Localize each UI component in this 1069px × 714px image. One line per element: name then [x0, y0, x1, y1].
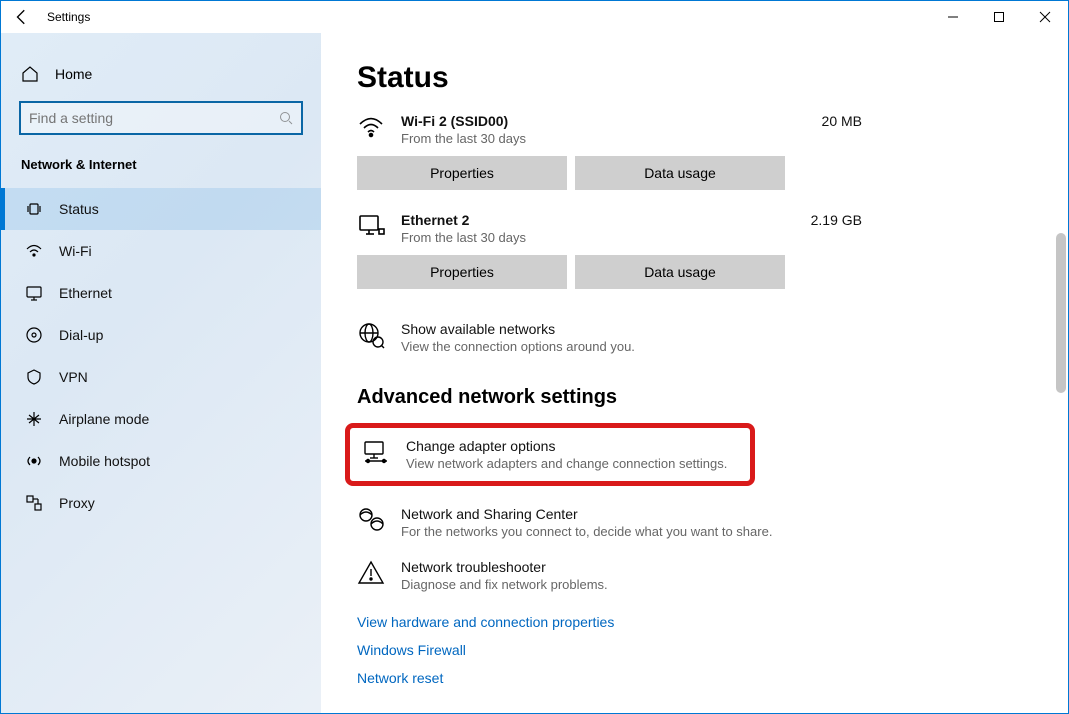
change-adapter-options[interactable]: Change adapter options View network adap… — [362, 438, 738, 471]
sidebar-item-vpn[interactable]: VPN — [1, 356, 321, 398]
sidebar-item-ethernet[interactable]: Ethernet — [1, 272, 321, 314]
data-usage-button[interactable]: Data usage — [575, 156, 785, 190]
vpn-icon — [25, 368, 43, 386]
search-input[interactable] — [29, 110, 279, 126]
sidebar-item-label: Mobile hotspot — [59, 453, 150, 469]
advanced-section-title: Advanced network settings — [357, 386, 1032, 409]
highlight-box: Change adapter options View network adap… — [345, 423, 755, 486]
connection-wifi: Wi-Fi 2 (SSID00) From the last 30 days 2… — [357, 113, 1032, 146]
connection-name: Wi-Fi 2 (SSID00) — [401, 113, 526, 129]
link-sub: Diagnose and fix network problems. — [401, 577, 608, 592]
wifi-icon — [25, 242, 43, 260]
connection-sub: From the last 30 days — [401, 131, 526, 146]
maximize-button[interactable] — [976, 1, 1022, 33]
link-title: Network troubleshooter — [401, 559, 608, 575]
home-label: Home — [55, 66, 92, 82]
show-available-networks[interactable]: Show available networks View the connect… — [357, 311, 1032, 364]
link-sub: View the connection options around you. — [401, 339, 635, 354]
sidebar-item-label: Status — [59, 201, 99, 217]
link-windows-firewall[interactable]: Windows Firewall — [357, 642, 1032, 658]
sidebar-item-hotspot[interactable]: Mobile hotspot — [1, 440, 321, 482]
proxy-icon — [25, 494, 43, 512]
sidebar-item-label: Ethernet — [59, 285, 112, 301]
link-title: Network and Sharing Center — [401, 506, 772, 522]
connection-sub: From the last 30 days — [401, 230, 526, 245]
dialup-icon — [25, 326, 43, 344]
home-link[interactable]: Home — [1, 57, 321, 101]
titlebar: Settings — [1, 1, 1068, 33]
link-title: Change adapter options — [406, 438, 727, 454]
link-title: Show available networks — [401, 321, 635, 337]
sidebar-item-label: Proxy — [59, 495, 95, 511]
hotspot-icon — [25, 452, 43, 470]
main-content: Status Wi-Fi 2 (SSID00) From the last 30… — [321, 33, 1068, 713]
ethernet-icon — [25, 284, 43, 302]
link-hardware-properties[interactable]: View hardware and connection properties — [357, 614, 1032, 630]
link-sub: View network adapters and change connect… — [406, 456, 727, 471]
connection-ethernet: Ethernet 2 From the last 30 days 2.19 GB — [357, 212, 1032, 245]
network-troubleshooter[interactable]: Network troubleshooter Diagnose and fix … — [357, 549, 1032, 602]
sidebar-item-proxy[interactable]: Proxy — [1, 482, 321, 524]
connection-usage: 2.19 GB — [811, 212, 862, 228]
minimize-button[interactable] — [930, 1, 976, 33]
home-icon — [21, 65, 39, 83]
globe-icon — [357, 321, 385, 349]
page-title: Status — [357, 61, 1032, 95]
sidebar-item-label: Dial-up — [59, 327, 103, 343]
link-network-reset[interactable]: Network reset — [357, 670, 1032, 686]
sidebar: Home Network & Internet Status Wi-Fi Eth… — [1, 33, 321, 713]
category-title: Network & Internet — [1, 157, 321, 188]
close-button[interactable] — [1022, 1, 1068, 33]
properties-button[interactable]: Properties — [357, 156, 567, 190]
sidebar-item-airplane[interactable]: Airplane mode — [1, 398, 321, 440]
sidebar-item-label: Airplane mode — [59, 411, 149, 427]
sidebar-item-wifi[interactable]: Wi-Fi — [1, 230, 321, 272]
ethernet-icon — [357, 212, 385, 240]
window-title: Settings — [47, 10, 90, 24]
search-box[interactable] — [19, 101, 303, 135]
properties-button[interactable]: Properties — [357, 255, 567, 289]
network-sharing-center[interactable]: Network and Sharing Center For the netwo… — [357, 496, 1032, 549]
status-icon — [25, 200, 43, 218]
connection-usage: 20 MB — [822, 113, 862, 129]
warn-icon — [357, 559, 385, 587]
sidebar-item-label: Wi-Fi — [59, 243, 92, 259]
connection-name: Ethernet 2 — [401, 212, 526, 228]
link-sub: For the networks you connect to, decide … — [401, 524, 772, 539]
back-button[interactable] — [13, 8, 31, 26]
adapter-icon — [362, 438, 390, 466]
sidebar-item-dialup[interactable]: Dial-up — [1, 314, 321, 356]
data-usage-button[interactable]: Data usage — [575, 255, 785, 289]
sharing-icon — [357, 506, 385, 534]
scrollbar-thumb[interactable] — [1056, 233, 1066, 393]
sidebar-item-status[interactable]: Status — [1, 188, 321, 230]
sidebar-item-label: VPN — [59, 369, 88, 385]
settings-window: Settings Home Network & Internet — [0, 0, 1069, 714]
wifi-icon — [357, 113, 385, 141]
airplane-icon — [25, 410, 43, 428]
search-icon — [279, 111, 293, 125]
